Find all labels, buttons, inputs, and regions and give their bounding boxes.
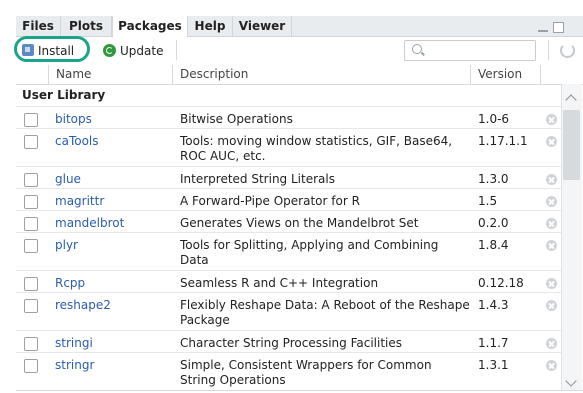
row-divider (16, 210, 561, 211)
package-version: 1.1.7 (478, 336, 509, 350)
package-checkbox[interactable] (24, 337, 38, 351)
install-highlight-ring (14, 36, 90, 62)
search-icon (412, 44, 422, 54)
package-name-link[interactable]: stringi (55, 336, 93, 350)
package-description: Seamless R and C++ Integration (180, 276, 379, 290)
remove-package-icon[interactable] (546, 136, 557, 147)
pane-bottom-border (16, 390, 583, 391)
package-version: 1.3.1 (478, 358, 509, 372)
tab-packages[interactable]: Packages (112, 16, 188, 37)
package-name-link[interactable]: Rcpp (55, 276, 85, 290)
tab-help[interactable]: Help (188, 16, 233, 36)
maximize-icon[interactable] (553, 22, 564, 33)
minimize-icon[interactable] (538, 30, 548, 32)
row-divider (16, 330, 561, 331)
package-version: 1.0-6 (478, 112, 510, 126)
package-checkbox[interactable] (24, 359, 38, 373)
tab-viewer[interactable]: Viewer (233, 16, 292, 36)
remove-package-icon[interactable] (546, 240, 557, 251)
package-checkbox[interactable] (24, 195, 38, 209)
update-button[interactable]: Update (120, 44, 163, 58)
package-checkbox[interactable] (24, 239, 38, 253)
package-name-link[interactable]: stringr (55, 358, 94, 372)
column-header-name[interactable]: Name (56, 67, 91, 81)
package-version: 0.2.0 (478, 216, 509, 230)
row-divider (16, 128, 561, 129)
refresh-icon[interactable] (560, 43, 575, 58)
column-header-version[interactable]: Version (478, 67, 522, 81)
package-name-link[interactable]: reshape2 (55, 298, 111, 312)
package-description: Interpreted String Literals (180, 172, 335, 186)
column-divider (540, 65, 541, 84)
package-checkbox[interactable] (24, 217, 38, 231)
package-name-link[interactable]: glue (55, 172, 81, 186)
remove-package-icon[interactable] (546, 196, 557, 207)
remove-package-icon[interactable] (546, 218, 557, 229)
column-divider (470, 65, 471, 84)
package-checkbox[interactable] (24, 113, 38, 127)
package-description: Generates Views on the Mandelbrot Set (180, 216, 419, 230)
package-version: 1.3.0 (478, 172, 509, 186)
package-name-link[interactable]: caTools (55, 134, 99, 148)
package-version: 1.5 (478, 194, 498, 208)
row-divider (16, 352, 561, 353)
remove-package-icon[interactable] (546, 300, 557, 311)
package-checkbox[interactable] (24, 135, 38, 149)
search-input[interactable] (404, 40, 536, 61)
remove-package-icon[interactable] (546, 360, 557, 371)
package-checkbox[interactable] (24, 173, 38, 187)
package-name-link[interactable]: mandelbrot (55, 216, 124, 230)
column-divider (172, 65, 173, 84)
tab-files[interactable]: Files (16, 16, 61, 36)
package-description: Tools for Splitting, Applying and Combin… (180, 238, 439, 267)
library-section-label: User Library (22, 88, 106, 102)
row-divider (16, 232, 561, 233)
row-divider (16, 188, 561, 189)
package-checkbox[interactable] (24, 299, 38, 313)
package-description: Simple, Consistent Wrappers for Common S… (180, 358, 432, 387)
remove-package-icon[interactable] (546, 338, 557, 349)
package-name-link[interactable]: bitops (55, 112, 92, 126)
package-name-link[interactable]: magrittr (55, 194, 104, 208)
package-version: 0.12.18 (478, 276, 524, 290)
remove-package-icon[interactable] (546, 114, 557, 125)
package-name-link[interactable]: plyr (55, 238, 78, 252)
package-checkbox[interactable] (24, 277, 38, 291)
package-version: 1.8.4 (478, 238, 509, 252)
toolbar-divider (548, 40, 549, 60)
row-divider (16, 106, 561, 107)
column-divider (48, 65, 49, 84)
package-description: Flexibly Reshape Data: A Reboot of the R… (180, 298, 470, 327)
row-divider (16, 292, 561, 293)
column-header-description[interactable]: Description (180, 67, 248, 81)
row-divider (16, 166, 561, 167)
package-version: 1.17.1.1 (478, 134, 528, 148)
remove-package-icon[interactable] (546, 278, 557, 289)
tab-plots[interactable]: Plots (61, 16, 112, 36)
scrollbar-thumb[interactable] (563, 110, 580, 180)
package-description: Bitwise Operations (180, 112, 293, 126)
package-version: 1.4.3 (478, 298, 509, 312)
toolbar-divider (176, 40, 177, 60)
remove-package-icon[interactable] (546, 174, 557, 185)
package-description: Tools: moving window statistics, GIF, Ba… (180, 134, 453, 163)
update-icon[interactable] (103, 44, 116, 57)
row-divider (16, 270, 561, 271)
package-description: A Forward-Pipe Operator for R (180, 194, 360, 208)
package-description: Character String Processing Facilities (180, 336, 403, 350)
